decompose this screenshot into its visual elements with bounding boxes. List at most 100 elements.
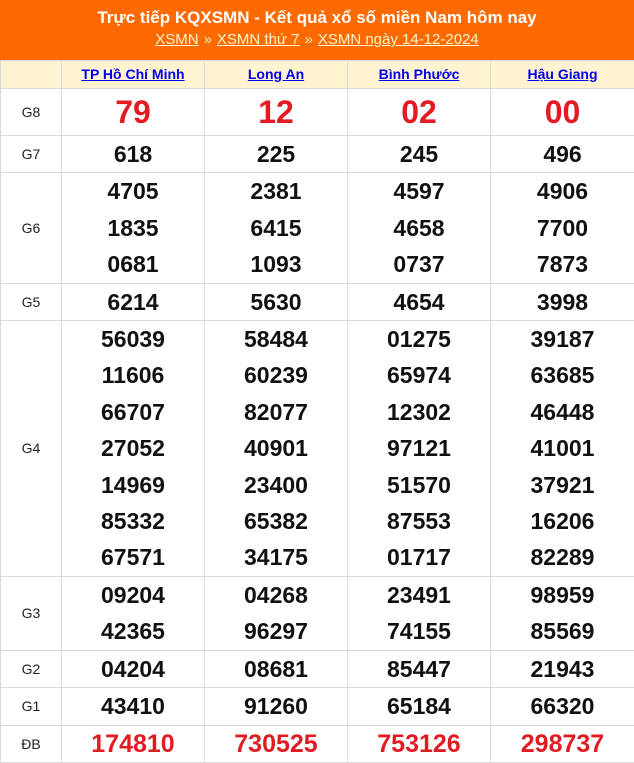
- prize-number: 04204: [62, 651, 204, 687]
- prize-number: 97121: [348, 430, 490, 466]
- prize-number: 66320: [491, 688, 634, 724]
- prize-number: 1093: [205, 246, 347, 282]
- prize-number: 02: [348, 89, 490, 135]
- prize-label: ĐB: [1, 725, 62, 762]
- prize-number: 0737: [348, 246, 490, 282]
- prize-cell: 58484602398207740901234006538234175: [205, 321, 348, 577]
- prize-cell: 4654: [348, 283, 491, 320]
- prize-number: 4658: [348, 210, 490, 246]
- prize-number: 225: [205, 136, 347, 172]
- prize-number: 65184: [348, 688, 490, 724]
- prize-number: 23400: [205, 467, 347, 503]
- province-header: Hậu Giang: [491, 61, 634, 89]
- prize-number: 27052: [62, 430, 204, 466]
- province-header-row: TP Hồ Chí Minh Long An Bình Phước Hậu Gi…: [1, 61, 634, 89]
- province-link-binh-phuoc[interactable]: Bình Phước: [379, 66, 460, 82]
- prize-row-g2: G204204086818544721943: [1, 650, 634, 687]
- prize-row-g1: G143410912606518466320: [1, 688, 634, 725]
- prize-label: G6: [1, 173, 62, 283]
- prize-number: 79: [62, 89, 204, 135]
- prize-number: 43410: [62, 688, 204, 724]
- prize-cell: 66320: [491, 688, 634, 725]
- prize-number: 40901: [205, 430, 347, 466]
- prize-number: 66707: [62, 394, 204, 430]
- prize-number: 34175: [205, 539, 347, 575]
- prize-cell: 08681: [205, 650, 348, 687]
- prize-number: 174810: [62, 726, 204, 762]
- page-header: Trực tiếp KQXSMN - Kết quả xổ số miền Na…: [0, 0, 634, 60]
- prize-cell: 225: [205, 136, 348, 173]
- province-link-hau-giang[interactable]: Hậu Giang: [527, 66, 597, 82]
- prize-number: 85569: [491, 613, 634, 649]
- prize-number: 67571: [62, 539, 204, 575]
- prize-number: 1835: [62, 210, 204, 246]
- prize-number: 41001: [491, 430, 634, 466]
- prize-cell: 91260: [205, 688, 348, 725]
- prize-cell: 12: [205, 89, 348, 136]
- prize-cell: 21943: [491, 650, 634, 687]
- prize-row-g4: G456039116066670727052149698533267571584…: [1, 321, 634, 577]
- prize-number: 51570: [348, 467, 490, 503]
- prize-number: 91260: [205, 688, 347, 724]
- breadcrumb-separator: »: [204, 31, 212, 48]
- prize-cell: 04204: [62, 650, 205, 687]
- prize-cell: 65184: [348, 688, 491, 725]
- prize-number: 00: [491, 89, 634, 135]
- prize-number: 82289: [491, 539, 634, 575]
- prize-number: 42365: [62, 613, 204, 649]
- prize-number: 01275: [348, 321, 490, 357]
- prize-number: 65974: [348, 357, 490, 393]
- prize-number: 4597: [348, 173, 490, 209]
- prize-cell: 79: [62, 89, 205, 136]
- prize-cell: 618: [62, 136, 205, 173]
- prize-number: 2381: [205, 173, 347, 209]
- prize-label: G1: [1, 688, 62, 725]
- prize-number: 16206: [491, 503, 634, 539]
- prize-number: 87553: [348, 503, 490, 539]
- prize-number: 245: [348, 136, 490, 172]
- breadcrumb-link-xsmn-thu-7[interactable]: XSMN thứ 7: [217, 31, 300, 48]
- prize-row-đb: ĐB174810730525753126298737: [1, 725, 634, 762]
- prize-cell: 470518350681: [62, 173, 205, 283]
- prize-row-g7: G7618225245496: [1, 136, 634, 173]
- breadcrumb-link-xsmn[interactable]: XSMN: [155, 31, 198, 48]
- prize-number: 7700: [491, 210, 634, 246]
- prize-label: G7: [1, 136, 62, 173]
- prize-cell: 490677007873: [491, 173, 634, 283]
- prize-number: 4705: [62, 173, 204, 209]
- prize-number: 6415: [205, 210, 347, 246]
- prize-cell: 0426896297: [205, 576, 348, 650]
- prize-number: 298737: [491, 726, 634, 762]
- prize-cell: 00: [491, 89, 634, 136]
- prize-number: 46448: [491, 394, 634, 430]
- province-link-long-an[interactable]: Long An: [248, 66, 304, 82]
- prize-number: 74155: [348, 613, 490, 649]
- prize-number: 0681: [62, 246, 204, 282]
- prize-cell: 85447: [348, 650, 491, 687]
- prize-number: 04268: [205, 577, 347, 613]
- breadcrumb: XSMN»XSMN thứ 7»XSMN ngày 14-12-2024: [0, 31, 634, 48]
- prize-number: 82077: [205, 394, 347, 430]
- prize-number: 5630: [205, 284, 347, 320]
- prize-label: G3: [1, 576, 62, 650]
- prize-number: 56039: [62, 321, 204, 357]
- results-table: TP Hồ Chí Minh Long An Bình Phước Hậu Gi…: [0, 60, 634, 763]
- breadcrumb-separator: »: [304, 31, 312, 48]
- prize-number: 14969: [62, 467, 204, 503]
- prize-number: 39187: [491, 321, 634, 357]
- province-link-hcm[interactable]: TP Hồ Chí Minh: [81, 66, 184, 82]
- prize-label: G2: [1, 650, 62, 687]
- prize-row-g3: G309204423650426896297234917415598959855…: [1, 576, 634, 650]
- prize-cell: 174810: [62, 725, 205, 762]
- prize-cell: 496: [491, 136, 634, 173]
- prize-label: G5: [1, 283, 62, 320]
- prize-number: 09204: [62, 577, 204, 613]
- prize-number: 65382: [205, 503, 347, 539]
- prize-number: 3998: [491, 284, 634, 320]
- prize-cell: 9895985569: [491, 576, 634, 650]
- prize-cell: 730525: [205, 725, 348, 762]
- breadcrumb-link-xsmn-date[interactable]: XSMN ngày 14-12-2024: [318, 31, 479, 48]
- prize-label: G4: [1, 321, 62, 577]
- prize-number: 96297: [205, 613, 347, 649]
- province-header: Bình Phước: [348, 61, 491, 89]
